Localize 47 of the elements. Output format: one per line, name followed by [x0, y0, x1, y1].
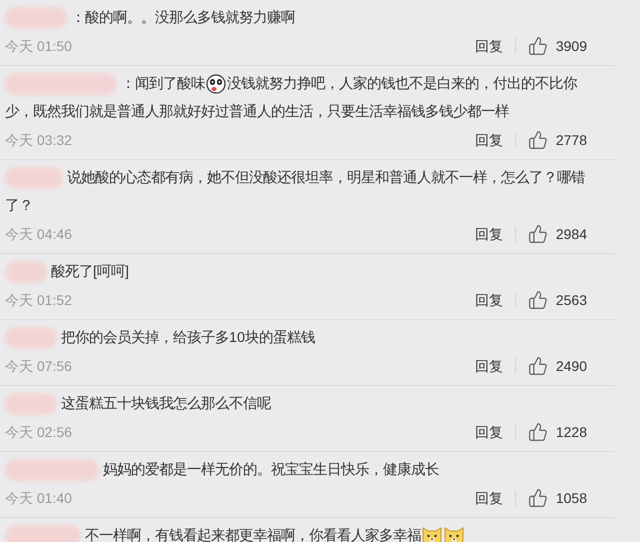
dog-face-icon: [421, 525, 443, 542]
like-count: 3909: [556, 36, 587, 56]
comment-time: 今天 02:56: [5, 422, 72, 442]
comment-text: ：闻到了酸味: [121, 75, 205, 94]
panda-face-icon: [206, 74, 226, 94]
comment-time: 今天 01:40: [5, 488, 72, 508]
thumbs-up-icon[interactable]: [528, 488, 548, 508]
comment-time: 今天 01:50: [5, 36, 72, 56]
comment-text: 说她酸的心态都有病，她不但没酸还很坦率，明星和普通人就不一样，怎么了？哪错: [67, 168, 585, 188]
blurred-username: [5, 327, 57, 349]
thumbs-up-icon[interactable]: [528, 130, 548, 150]
comment-text: 少，既然我们就是普通人那就好好过普通人的生活，只要生活幸福钱多钱少都一样: [5, 102, 509, 122]
like-count: 2563: [556, 290, 587, 310]
thumbs-up-icon[interactable]: [528, 290, 548, 310]
comment-text: 酸死了[呵呵]: [51, 263, 129, 282]
blurred-username: [5, 167, 63, 189]
comment-text: 没钱就努力挣吧，人家的钱也不是白来的，付出的不比你: [227, 74, 577, 94]
dog-face-icon: [443, 525, 465, 542]
reply-link[interactable]: 回复: [474, 36, 503, 56]
thumbs-up-icon[interactable]: [528, 422, 548, 442]
comment-text: ：酸的啊。。没那么多钱就努力赚啊: [71, 8, 295, 28]
like-count: 2490: [556, 356, 587, 376]
comment-text: 不一样啊，有钱看起来都更幸福啊，你看看人家多幸福: [85, 526, 421, 542]
like-count: 1058: [556, 488, 587, 508]
comment-text: 把你的会员关掉，给孩子多10块的蛋糕钱: [61, 329, 316, 348]
reply-link[interactable]: 回复: [474, 488, 503, 508]
comment-time: 今天 01:52: [5, 290, 72, 310]
comment-time: 今天 07:56: [5, 356, 72, 376]
comment-text: 了？: [5, 197, 33, 216]
thumbs-up-icon[interactable]: [528, 356, 548, 376]
thumbs-up-icon[interactable]: [528, 224, 548, 244]
comment-time: 今天 04:46: [5, 224, 72, 244]
reply-link[interactable]: 回复: [474, 290, 503, 310]
reply-link[interactable]: 回复: [474, 224, 503, 244]
like-count: 2778: [556, 130, 587, 150]
comment-text: 这蛋糕五十块钱我怎么那么不信呢: [61, 395, 271, 414]
blurred-username: [5, 393, 57, 415]
blurred-username: [5, 261, 47, 283]
thumbs-up-icon[interactable]: [528, 36, 548, 56]
reply-link[interactable]: 回复: [474, 356, 503, 376]
like-count: 2984: [556, 224, 587, 244]
reply-link[interactable]: 回复: [474, 422, 503, 442]
comment-time: 今天 03:32: [5, 130, 72, 150]
comment-text: 妈妈的爱都是一样无价的。祝宝宝生日快乐，健康成长: [103, 460, 439, 480]
reply-link[interactable]: 回复: [474, 130, 503, 150]
like-count: 1228: [556, 422, 587, 442]
blurred-username: [5, 7, 67, 29]
